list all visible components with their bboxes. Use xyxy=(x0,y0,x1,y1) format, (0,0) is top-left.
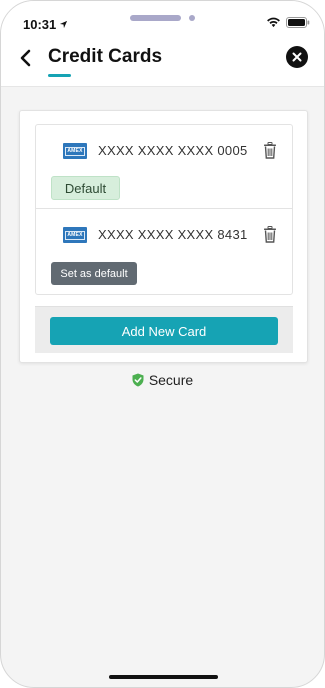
card-row: AMEX XXXX XXXX XXXX 0005 Default xyxy=(36,125,292,208)
trash-icon[interactable] xyxy=(263,142,277,159)
status-time-group: 10:31 xyxy=(23,17,68,32)
title-underline xyxy=(48,74,71,77)
home-indicator xyxy=(109,675,218,679)
back-button[interactable] xyxy=(15,47,35,69)
shield-check-icon xyxy=(132,373,144,387)
trash-icon[interactable] xyxy=(263,226,277,243)
secure-label: Secure xyxy=(148,372,194,388)
page-header: Credit Cards xyxy=(1,45,324,87)
status-icons xyxy=(266,17,310,28)
close-icon xyxy=(292,52,302,62)
phone-frame: 10:31 Credit Cards AMEX XXXX XXXX XXXX 0… xyxy=(0,0,325,688)
card-list: AMEX XXXX XXXX XXXX 0005 Default AMEX XX… xyxy=(35,124,293,295)
credit-cards-panel: AMEX XXXX XXXX XXXX 0005 Default AMEX XX… xyxy=(19,110,308,363)
card-number: XXXX XXXX XXXX 0005 xyxy=(98,143,248,158)
close-button[interactable] xyxy=(286,46,308,68)
notch-speaker xyxy=(130,15,181,21)
main-content: AMEX XXXX XXXX XXXX 0005 Default AMEX XX… xyxy=(1,87,324,647)
chevron-left-icon xyxy=(20,49,31,67)
battery-icon xyxy=(286,17,310,28)
card-row: AMEX XXXX XXXX XXXX 8431 Set as default xyxy=(36,208,292,291)
amex-card-icon: AMEX xyxy=(63,227,87,243)
set-as-default-button[interactable]: Set as default xyxy=(51,262,137,285)
status-bar: 10:31 xyxy=(1,1,324,45)
add-card-bar: Add New Card xyxy=(35,306,293,353)
wifi-icon xyxy=(267,17,280,28)
default-badge: Default xyxy=(51,176,120,200)
amex-card-icon: AMEX xyxy=(63,143,87,159)
add-new-card-button[interactable]: Add New Card xyxy=(50,317,278,345)
status-time: 10:31 xyxy=(23,17,57,32)
page-title: Credit Cards xyxy=(48,46,163,67)
secure-indicator: Secure xyxy=(1,372,324,388)
location-arrow-icon xyxy=(60,20,68,29)
notch-camera xyxy=(189,15,195,21)
card-number: XXXX XXXX XXXX 8431 xyxy=(98,227,248,242)
